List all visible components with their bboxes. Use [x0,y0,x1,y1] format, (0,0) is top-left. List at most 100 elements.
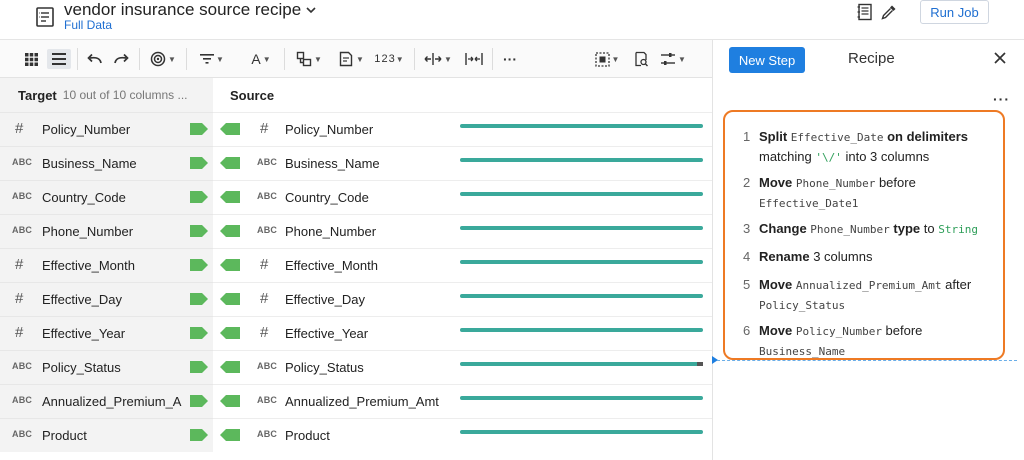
string-type-icon: ABC [257,395,278,405]
eyedropper-icon[interactable] [880,3,898,21]
output-connector-icon[interactable] [190,191,208,203]
source-column-cell[interactable]: ABC Business_Name [213,146,712,180]
target-column-cell[interactable]: ABC Annualized_Premium_A [0,384,213,418]
input-connector-icon[interactable] [220,157,240,169]
output-connector-icon[interactable] [190,293,208,305]
target-column-cell[interactable]: ABC Phone_Number [0,214,213,248]
input-connector-icon[interactable] [220,293,240,305]
chevron-down-icon[interactable] [305,4,317,16]
grid-view-button[interactable] [20,49,42,69]
numeric-menu-button[interactable]: 1 2 3 ▼ [374,49,404,69]
input-connector-icon[interactable] [220,191,240,203]
source-column-name: Policy_Status [285,360,364,375]
notebook-icon[interactable] [856,3,874,21]
string-type-icon: ABC [12,191,33,201]
target-column-name: Effective_Month [42,258,135,273]
target-column-cell[interactable]: # Effective_Month [0,248,213,282]
source-column-cell[interactable]: ABC Product [213,418,712,452]
run-job-button[interactable]: Run Job [920,0,989,24]
recipe-title[interactable]: vendor insurance source recipe [64,0,317,20]
step-column-ref: Effective_Date [790,131,884,144]
output-connector-icon[interactable] [190,157,208,169]
output-connector-icon[interactable] [190,395,208,407]
target-column-cell[interactable]: # Effective_Day [0,282,213,316]
more-tools-button[interactable]: ··· [499,49,521,69]
mapping-row[interactable]: # Effective_Day # Effective_Day [0,282,712,316]
target-menu-button[interactable]: ▼ [148,49,178,69]
source-column-cell[interactable]: # Effective_Day [213,282,712,316]
structure-menu-button[interactable]: ▼ [294,49,324,69]
caret-down-icon: ▼ [262,54,271,64]
mapping-row[interactable]: ABC Business_Name ABC Business_Name [0,146,712,180]
document-menu-button[interactable]: ▼ [336,49,366,69]
source-column-cell[interactable]: ABC Annualized_Premium_Amt [213,384,712,418]
numeric-icon: 1 2 3 [374,53,394,65]
source-column-cell[interactable]: # Effective_Month [213,248,712,282]
redo-icon [114,53,129,64]
target-column-cell[interactable]: ABC Product [0,418,213,452]
step-description: Move Phone_Number before Effective_Date1 [759,173,993,213]
search-transform-button[interactable] [631,49,651,69]
target-column-count: 10 out of 10 columns ... [62,88,188,102]
input-connector-icon[interactable] [220,123,240,135]
toolbar-divider [414,48,415,70]
text-format-menu-button[interactable]: A ▼ [247,49,275,69]
source-column-cell[interactable]: ABC Policy_Status [213,350,712,384]
filter-menu-button[interactable]: ▼ [198,49,226,69]
source-column-cell[interactable]: ABC Country_Code [213,180,712,214]
output-connector-icon[interactable] [190,123,208,135]
step-text: before [875,175,916,190]
step-description: Move Annualized_Premium_Amt after Policy… [759,275,993,315]
merge-columns-button[interactable] [463,49,485,69]
input-connector-icon[interactable] [220,361,240,373]
input-connector-icon[interactable] [220,327,240,339]
mapping-row[interactable]: ABC Phone_Number ABC Phone_Number [0,214,712,248]
source-column-cell[interactable]: # Policy_Number [213,112,712,146]
target-column-cell[interactable]: ABC Business_Name [0,146,213,180]
mapping-row[interactable]: # Effective_Year # Effective_Year [0,316,712,350]
new-step-button[interactable]: New Step [729,47,805,73]
step-action: Move [759,175,796,190]
step-number: 6 [743,323,751,338]
output-connector-icon[interactable] [190,259,208,271]
target-column-cell[interactable]: # Effective_Year [0,316,213,350]
resize-menu-button[interactable]: ▼ [423,49,453,69]
step-number: 2 [743,175,751,190]
select-menu-button[interactable]: ▼ [592,49,622,69]
target-column-cell[interactable]: ABC Country_Code [0,180,213,214]
list-view-button[interactable] [47,49,71,69]
mapping-row[interactable]: ABC Country_Code ABC Country_Code [0,180,712,214]
input-connector-icon[interactable] [220,225,240,237]
output-connector-icon[interactable] [190,225,208,237]
mapping-row[interactable]: ABC Policy_Status ABC Policy_Status [0,350,712,384]
redo-button[interactable] [111,49,131,69]
settings-menu-button[interactable]: ▼ [657,49,689,69]
recipe-more-menu[interactable]: ··· [993,91,1010,107]
mapping-row[interactable]: # Policy_Number # Policy_Number [0,112,712,146]
mapping-row[interactable]: ABC Annualized_Premium_A ABC Annualized_Pre… [0,384,712,418]
toolbar-divider [139,48,140,70]
sample-label[interactable]: Full Data [64,18,112,32]
step-column-ref: Business_Name [759,345,846,358]
mapping-row[interactable]: # Effective_Month # Effective_Month [0,248,712,282]
source-column-cell[interactable]: # Effective_Year [213,316,712,350]
output-connector-icon[interactable] [190,327,208,339]
target-column-cell[interactable]: # Policy_Number [0,112,213,146]
target-column-name: Policy_Status [42,360,121,375]
output-connector-icon[interactable] [190,361,208,373]
input-connector-icon[interactable] [220,259,240,271]
input-connector-icon[interactable] [220,429,240,441]
input-connector-icon[interactable] [220,395,240,407]
caret-down-icon: ▼ [611,54,620,64]
data-quality-bar [460,226,703,230]
source-column-cell[interactable]: ABC Phone_Number [213,214,712,248]
output-connector-icon[interactable] [190,429,208,441]
undo-button[interactable] [85,49,105,69]
caret-down-icon: ▼ [216,54,224,64]
recipe-title-text: vendor insurance source recipe [64,0,302,19]
recipe-insertion-line[interactable] [717,360,1017,361]
mapping-row[interactable]: ABC Product ABC Product [0,418,712,452]
numeric-type-icon: # [260,324,269,341]
target-column-cell[interactable]: ABC Policy_Status [0,350,213,384]
close-icon[interactable] [993,51,1007,65]
